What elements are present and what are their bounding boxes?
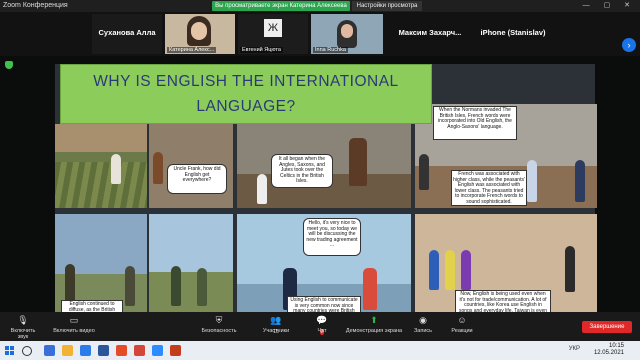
- start-video-button[interactable]: ▭ Включить видео: [50, 314, 98, 334]
- participant-avatar: Ж: [264, 19, 282, 37]
- participant-name: Суханова Алла: [98, 28, 156, 37]
- encryption-shield-icon[interactable]: [5, 61, 13, 69]
- participant-tile[interactable]: Inna Ruchka: [311, 14, 383, 54]
- character-figure: [197, 268, 207, 306]
- participant-face: [341, 24, 353, 38]
- unmute-label: Включить звук: [10, 328, 36, 340]
- participant-name: iPhone (Stanislav): [480, 28, 546, 37]
- participants-button[interactable]: 👥15 Участники: [256, 314, 296, 335]
- participant-tile[interactable]: Ж Евгений Яцюта: [238, 14, 308, 54]
- chat-icon: 💬2: [316, 315, 328, 335]
- character-figure: [461, 250, 471, 290]
- shared-screen: Uncle Frank, how did English get everywh…: [0, 56, 640, 312]
- end-meeting-button[interactable]: Завершение: [582, 321, 632, 333]
- comic-panel-5b: [149, 214, 233, 312]
- participant-tile[interactable]: iPhone (Stanislav): [476, 14, 550, 54]
- comic-panel-5: English continued to diffuse, as the Bri…: [55, 214, 147, 312]
- caption-box: English continued to diffuse, as the Bri…: [61, 300, 123, 312]
- powerpoint-icon[interactable]: [170, 345, 181, 356]
- comic-panel-2: Uncle Frank, how did English get everywh…: [149, 124, 233, 208]
- comic-panel-1: [55, 124, 147, 208]
- view-options-button[interactable]: Настройки просмотра: [352, 1, 422, 11]
- participant-name: Максим Захарч...: [398, 28, 462, 37]
- security-button[interactable]: ⛨ Безопасность: [194, 314, 244, 334]
- slide-title: WHY IS ENGLISH THE INTERNATIONAL LANGUAG…: [60, 64, 432, 124]
- participant-tile[interactable]: Максим Захарч...: [386, 14, 474, 54]
- screen-share-banner: Вы просматриваете экран Катерина Алексее…: [212, 1, 350, 11]
- participant-name: Inna Ruchka: [313, 47, 348, 53]
- viking-figure: [349, 138, 367, 186]
- meeting-toolbar: 🎙 Включить звук ▭ Включить видео ⛨ Безоп…: [0, 312, 640, 341]
- character-figure: [125, 266, 135, 306]
- comic-panel-7: Now, English is being used even when it'…: [415, 214, 597, 312]
- keyboard-language[interactable]: УКР: [569, 346, 580, 352]
- comic-panel-4: When the Normans invaded The British Isl…: [415, 104, 597, 208]
- character-figure: [429, 250, 439, 290]
- character-figure: [363, 268, 377, 310]
- os-taskbar: УКР 10:15 12.05.2021: [0, 341, 640, 360]
- start-menu-icon[interactable]: [5, 346, 14, 355]
- opera-icon[interactable]: [116, 345, 127, 356]
- muted-mic-icon: 🎙: [17, 315, 29, 325]
- reactions-icon: ☺: [457, 315, 467, 325]
- character-figure: [111, 154, 121, 184]
- reactions-label: Реакции: [451, 328, 473, 334]
- window-titlebar: Zoom Конференция Вы просматриваете экран…: [0, 0, 640, 12]
- word-icon[interactable]: [98, 345, 109, 356]
- chat-label: Чат: [317, 328, 327, 334]
- chrome-icon[interactable]: [134, 345, 145, 356]
- participant-tile[interactable]: Катерина Алекс...: [165, 14, 235, 54]
- character-figure: [419, 154, 429, 190]
- storyboard-slide: Uncle Frank, how did English get everywh…: [55, 64, 597, 312]
- caption-box: Now, English is being used even when it'…: [455, 290, 551, 312]
- speech-bubble: It all began when the Angles, Saxons, an…: [271, 154, 333, 188]
- shield-icon: ⛨: [215, 315, 223, 325]
- participants-icon: 👥15: [270, 315, 282, 335]
- caption-box: French was associated with higher class,…: [451, 170, 527, 206]
- video-off-icon: ▭: [69, 315, 79, 325]
- system-clock[interactable]: 10:15 12.05.2021: [594, 343, 624, 357]
- comic-panel-6: Hello, it's very nice to meet you, so to…: [237, 214, 411, 312]
- speech-bubble: Hello, it's very nice to meet you, so to…: [303, 218, 361, 256]
- share-screen-label: Демонстрация экрана: [345, 328, 403, 334]
- record-icon: ◉: [419, 315, 427, 325]
- participant-name: Катерина Алекс...: [167, 47, 217, 53]
- character-figure: [65, 264, 75, 304]
- comic-panel-3: It all began when the Angles, Saxons, an…: [237, 124, 411, 208]
- participants-label: Участники: [262, 328, 290, 334]
- character-figure: [257, 174, 267, 204]
- character-figure: [527, 160, 537, 202]
- chat-button[interactable]: 💬2 Чат: [310, 314, 334, 335]
- record-label: Запись: [413, 328, 433, 334]
- zoom-app-icon[interactable]: [152, 345, 163, 356]
- next-page-button[interactable]: ›: [622, 38, 636, 52]
- character-figure: [565, 246, 575, 292]
- speech-bubble: Uncle Frank, how did English get everywh…: [167, 164, 227, 194]
- caption-box: When the Normans invaded The British Isl…: [433, 106, 517, 140]
- reactions-button[interactable]: ☺ Реакции: [446, 314, 478, 334]
- character-figure: [171, 266, 181, 306]
- task-view-icon[interactable]: [44, 345, 55, 356]
- participant-tile[interactable]: Суханова Алла: [92, 14, 162, 54]
- clock-date: 12.05.2021: [593, 350, 624, 356]
- clock-time: 10:15: [608, 343, 624, 349]
- character-figure: [575, 160, 585, 202]
- share-screen-button[interactable]: ⬆ Демонстрация экрана: [342, 314, 406, 334]
- share-screen-icon: ⬆: [370, 315, 378, 325]
- participant-face: [191, 22, 207, 40]
- caption-box: Using English to communicate is very com…: [287, 296, 361, 312]
- participant-strip: Суханова Алла Катерина Алекс... Ж Евгени…: [0, 12, 640, 56]
- unmute-button[interactable]: 🎙 Включить звук: [6, 314, 40, 340]
- file-explorer-icon[interactable]: [62, 345, 73, 356]
- record-button[interactable]: ◉ Запись: [410, 314, 436, 334]
- character-figure: [445, 250, 455, 290]
- participant-name: Евгений Яцюта: [240, 47, 283, 53]
- search-icon[interactable]: [22, 346, 32, 356]
- start-video-label: Включить видео: [53, 328, 95, 334]
- app-title: Zoom Конференция: [3, 2, 68, 9]
- window-controls[interactable]: — ▢ ✕: [583, 1, 636, 9]
- edge-browser-icon[interactable]: [80, 345, 91, 356]
- character-figure: [153, 152, 163, 184]
- security-label: Безопасность: [201, 328, 237, 334]
